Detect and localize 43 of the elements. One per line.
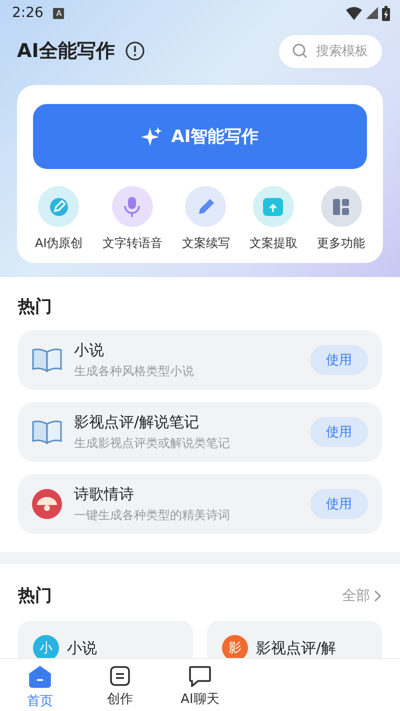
tool-label: AI伪原创 xyxy=(35,235,83,252)
wifi-icon xyxy=(346,6,362,20)
tool-button[interactable] xyxy=(252,186,294,227)
template-card[interactable]: 诗歌情诗 一键生成各种类型的精美诗词 使用 xyxy=(18,474,382,534)
template-card[interactable]: 影视点评/解说笔记 生成影视点评类或解说类笔记 使用 xyxy=(18,402,382,462)
section-title: 热门 xyxy=(18,585,52,607)
template-title: 影视点评/解说笔记 xyxy=(74,412,200,432)
tool-label: 更多功能 xyxy=(317,235,365,252)
grid-icon xyxy=(332,198,350,216)
status-time: 2:26 xyxy=(12,5,44,21)
tool-button[interactable] xyxy=(320,186,362,227)
template-title: 影视点评/解 xyxy=(256,638,336,658)
pencil-icon xyxy=(48,196,69,216)
tool-label: 文案续写 xyxy=(182,235,230,252)
template-card[interactable]: 小说 生成各种风格类型小说 使用 xyxy=(18,330,382,390)
template-title: 诗歌情诗 xyxy=(74,484,135,504)
sparkle-icon xyxy=(141,126,164,148)
search-icon xyxy=(292,43,308,59)
signal-icon xyxy=(366,7,378,19)
book-icon xyxy=(31,419,63,445)
section-title: 热门 xyxy=(18,296,53,318)
tool-button[interactable] xyxy=(38,186,80,227)
upload-icon xyxy=(262,196,284,216)
tool-label: 文案提取 xyxy=(249,235,298,252)
ai-write-button[interactable]: AI智能写作 xyxy=(33,104,367,169)
nav-tab[interactable]: AI聊天 xyxy=(160,665,240,711)
notification-icon: A xyxy=(53,8,64,18)
nav-tab[interactable]: 创作 xyxy=(80,665,160,711)
template-description: 一键生成各种类型的精美诗词 xyxy=(74,506,231,524)
template-description: 生成各种风格类型小说 xyxy=(74,362,195,380)
tool-button[interactable] xyxy=(112,186,153,227)
nav-tab[interactable]: 首页 xyxy=(0,665,80,711)
template-description: 生成影视点评类或解说类笔记 xyxy=(74,434,231,452)
book-icon xyxy=(31,347,63,373)
battery-icon xyxy=(382,6,390,20)
microphone-icon xyxy=(122,196,142,218)
app-title: AI全能写作 xyxy=(17,39,115,64)
tool-button[interactable] xyxy=(185,186,226,227)
template-title: 小说 xyxy=(67,638,97,658)
info-icon[interactable] xyxy=(124,41,145,61)
fan-icon xyxy=(31,488,63,520)
tool-label: 文字转语音 xyxy=(102,235,162,252)
template-title: 小说 xyxy=(74,340,105,360)
